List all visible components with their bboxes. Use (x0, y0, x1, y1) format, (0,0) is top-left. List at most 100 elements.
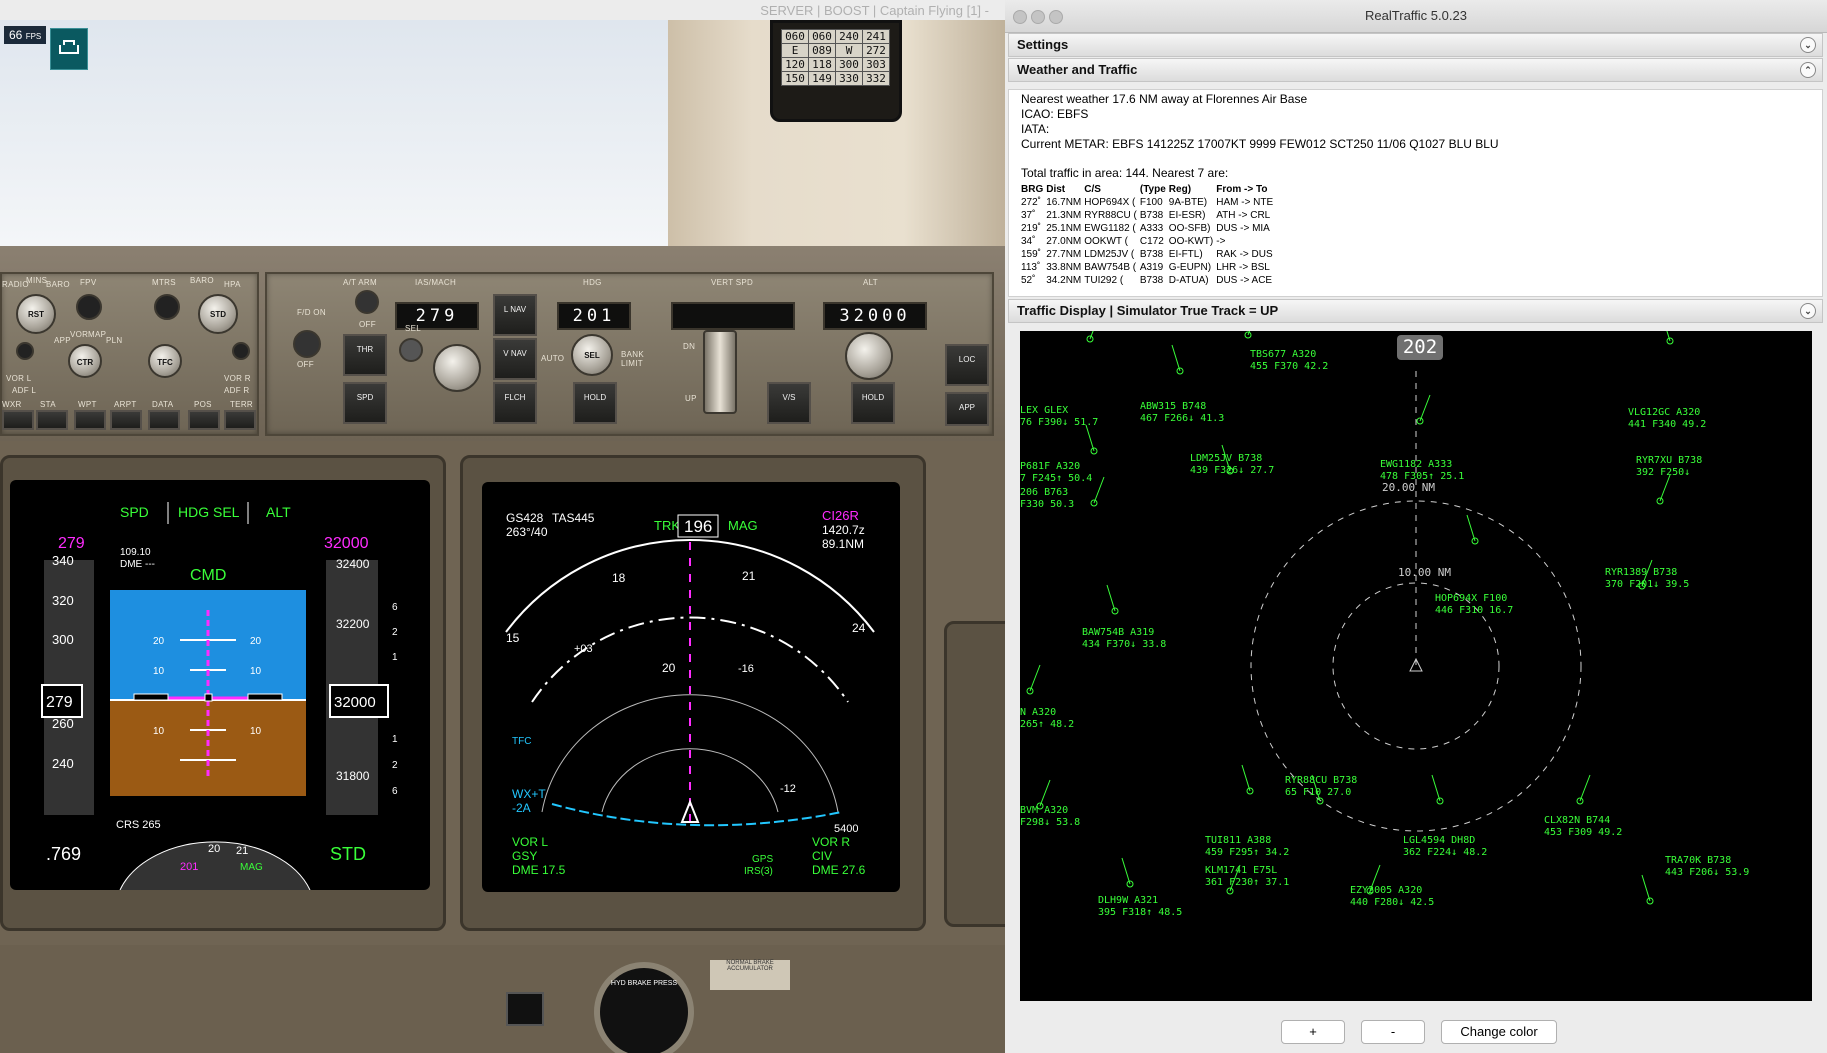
traffic-target[interactable]: TRA70K B738443 F206↓ 53.9 (1641, 855, 1749, 905)
svg-text:260: 260 (52, 716, 74, 731)
target-callsign: ABW315 B748 (1140, 401, 1206, 412)
traffic-target[interactable]: CLX82N B744453 F309 49.2 (1544, 774, 1622, 838)
traffic-target[interactable]: P681F A3207 F245↑ 50.4 (1020, 424, 1098, 484)
alt-hold-button[interactable]: HOLD (851, 382, 895, 424)
at-arm-switch[interactable] (355, 290, 379, 314)
traffic-target[interactable]: DLH9W A321395 F318↑ 48.5 (1098, 857, 1182, 918)
weather-section-header[interactable]: Weather and Traffic ⌃ (1008, 58, 1823, 82)
arpt-button[interactable] (110, 410, 142, 430)
svg-text:32400: 32400 (336, 557, 370, 571)
traffic-target[interactable]: TBS677 A320455 F370 42.2 (1244, 331, 1328, 372)
wxr-button[interactable] (2, 410, 34, 430)
svg-text:2: 2 (392, 760, 398, 771)
pitch-label: 20 (153, 636, 165, 647)
spd-button[interactable]: SPD (343, 382, 387, 424)
icao-line: ICAO: EBFS (1021, 107, 1089, 121)
traffic-target: +03 (574, 643, 593, 655)
rt-titlebar: RealTraffic 5.0.23 (1005, 0, 1827, 33)
vs-thumbwheel[interactable] (703, 330, 737, 414)
heading-display: 201 (557, 302, 631, 330)
fps-counter: 66 FPS (4, 26, 47, 44)
selected-speed: 279 (58, 535, 85, 552)
metar-line: Current METAR: EBFS 141225Z 17007KT 9999… (1021, 137, 1499, 151)
settings-section-header[interactable]: Settings ⌄ (1008, 33, 1823, 57)
vor-l-switch[interactable] (16, 342, 34, 360)
sim-titlebar: SERVER | BOOST | Captain Flying [1] - (0, 0, 1005, 21)
fpv-button[interactable] (76, 294, 102, 320)
ring-20-label: 20.00 NM (1382, 481, 1435, 494)
target-vector (1039, 779, 1051, 807)
terr-button[interactable] (224, 410, 256, 430)
loc-button[interactable]: LOC (945, 344, 989, 386)
sta-button[interactable] (36, 410, 68, 430)
traffic-target[interactable]: BVM A320F298↓ 53.8 (1020, 779, 1080, 828)
mtrs-button[interactable] (154, 294, 180, 320)
altitude-knob[interactable] (845, 332, 893, 380)
wpt-button[interactable] (74, 410, 106, 430)
vor-l-id: GSY (512, 849, 537, 863)
ias-knob[interactable] (433, 344, 481, 392)
flch-button[interactable]: FLCH (493, 382, 537, 424)
fd-switch[interactable] (293, 330, 321, 358)
ias-sel-button[interactable] (399, 338, 423, 362)
svg-text:320: 320 (52, 593, 74, 608)
target-data: 65 F10 27.0 (1285, 787, 1351, 798)
zoom-in-button[interactable]: + (1281, 1020, 1345, 1044)
zoom-out-button[interactable]: - (1361, 1020, 1425, 1044)
sim-window-title: SERVER | BOOST | Captain Flying [1] - (760, 3, 989, 18)
traffic-radar-display[interactable]: 20.00 NM 10.00 NM TBS677 A320 455 F370 42… (1020, 331, 1812, 1001)
standby-compass-card: 060 060 240 241 E 089 W 272 120 118 300 303 150 14… (770, 20, 902, 122)
traffic-target[interactable]: RYR88CU B73865 F10 27.0 (1285, 774, 1357, 805)
vnav-button[interactable]: V NAV (493, 338, 537, 380)
target-callsign: TRA70K B738 (1665, 855, 1731, 866)
target-vector (1171, 344, 1181, 372)
traffic-target[interactable]: VLG12GC A320441 F340 49.2 (1628, 331, 1706, 430)
table-row: 113˚ 33.8NM BAW754B (A319 G-EUPN) LHR -> BSL (1021, 262, 1270, 273)
thr-button[interactable]: THR (343, 334, 387, 376)
fma-spd: SPD (120, 504, 149, 520)
tfc-knob[interactable]: TFC (148, 344, 182, 378)
rst-knob[interactable]: RST (16, 294, 56, 334)
traffic-target[interactable]: RYR7XU B738392 F250↓ (1636, 455, 1702, 505)
traffic-target[interactable]: KLM1741 E75L361 F230↑ 37.1 (1205, 864, 1289, 895)
vor-r-switch[interactable] (232, 342, 250, 360)
target-data: 441 F340 49.2 (1628, 419, 1706, 430)
lnav-button[interactable]: L NAV (493, 294, 537, 336)
traffic-target[interactable]: ABW315 B748467 F266↓ 41.3 (1140, 344, 1224, 424)
traffic-target[interactable]: N A320265↑ 48.2 (1020, 664, 1074, 730)
chevron-down-icon[interactable]: ⌄ (1800, 37, 1816, 53)
target-vector (1419, 394, 1431, 422)
target-data: 7 F245↑ 50.4 (1020, 473, 1092, 484)
target-callsign: TBS677 A320 (1250, 349, 1316, 360)
hdg-hold-button[interactable]: HOLD (573, 382, 617, 424)
altitude-display: 32000 (823, 302, 927, 330)
traffic-target[interactable]: BAW754B A319434 F370↓ 33.8 (1082, 584, 1166, 650)
chevron-up-icon[interactable]: ⌃ (1800, 62, 1816, 78)
heading-knob[interactable]: SEL (571, 334, 613, 376)
data-button[interactable] (148, 410, 180, 430)
traffic-target[interactable]: LEX GLEX76 F390↓ 51.7 (1020, 331, 1100, 428)
target-callsign: KLM1741 E75L (1205, 865, 1277, 876)
ctr-knob[interactable]: CTR (68, 344, 102, 378)
pitch-label: 20 (250, 636, 262, 647)
chevron-down-icon[interactable]: ⌄ (1800, 303, 1816, 319)
panel-switch[interactable] (506, 992, 544, 1026)
svg-text:300: 300 (52, 632, 74, 647)
target-vector (1106, 584, 1116, 612)
camera-icon[interactable] (50, 28, 88, 70)
traffic-target[interactable]: LGL4594 DH8D362 F224↓ 48.2 (1403, 774, 1487, 858)
vs-button[interactable]: V/S (767, 382, 811, 424)
mag-label: MAG (728, 518, 758, 533)
traffic-target[interactable]: RYR1389 B738370 F201↓ 39.5 (1605, 559, 1689, 590)
traffic-target[interactable]: LDM25JV B738439 F326↓ 27.7 (1190, 444, 1274, 476)
app-button[interactable]: APP (945, 392, 989, 426)
traffic-target[interactable]: TUI811 A388459 F295↑ 34.2 (1205, 764, 1289, 858)
target-data: F330 50.3 (1020, 499, 1074, 510)
pos-button[interactable] (188, 410, 220, 430)
traffic-target[interactable]: EZY2005 A320440 F280↓ 42.5 (1350, 864, 1434, 908)
traffic-target: -16 (738, 663, 754, 675)
traffic-target[interactable]: EWG1182 A333478 F305↑ 25.1 (1380, 394, 1464, 482)
change-color-button[interactable]: Change color (1441, 1020, 1557, 1044)
std-knob[interactable]: STD (198, 294, 238, 334)
traffic-display-header[interactable]: Traffic Display | Simulator True Track =… (1008, 299, 1823, 323)
